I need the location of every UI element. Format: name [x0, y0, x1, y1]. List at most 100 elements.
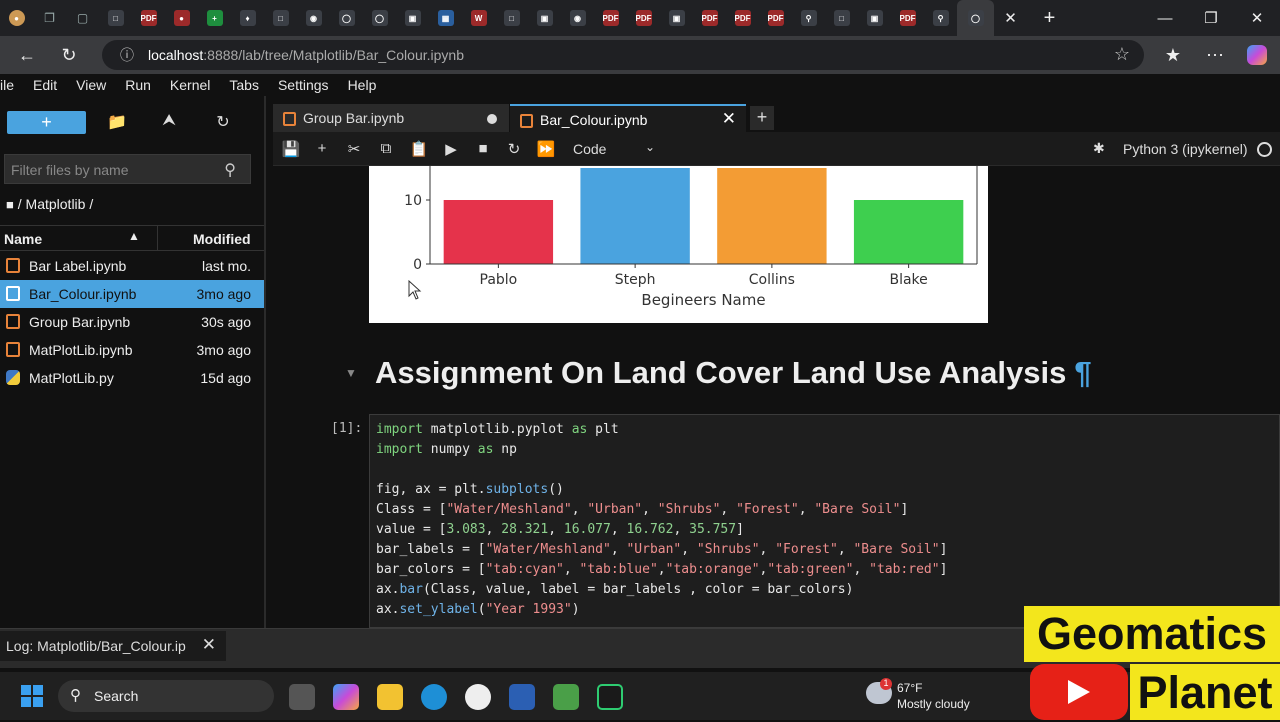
close-icon[interactable]: ✕: [202, 635, 216, 655]
word-icon[interactable]: [509, 684, 535, 710]
menu-view[interactable]: View: [76, 77, 106, 93]
stop-icon[interactable]: ■: [472, 140, 494, 157]
browser-tab-active[interactable]: ◯: [957, 0, 994, 36]
copy-icon[interactable]: ⧉: [375, 140, 397, 157]
tab-group-bar[interactable]: Group Bar.ipynb: [273, 104, 509, 132]
menu-file[interactable]: ile: [0, 77, 14, 93]
new-launcher-button[interactable]: +: [7, 111, 86, 134]
browser-tab[interactable]: □: [825, 0, 858, 36]
tab-bar-colour[interactable]: Bar_Colour.ipynb ✕: [510, 104, 746, 132]
browser-tab[interactable]: ▦: [429, 0, 462, 36]
copilot-icon[interactable]: [1236, 36, 1278, 74]
browser-tab-sheets[interactable]: +: [198, 0, 231, 36]
browser-tab[interactable]: ⚲: [924, 0, 957, 36]
browser-tab-pdf[interactable]: PDF: [891, 0, 924, 36]
file-row[interactable]: Bar Label.ipynb last mo.: [0, 252, 264, 280]
file-row[interactable]: Group Bar.ipynb 30s ago: [0, 308, 264, 336]
sort-asc-icon[interactable]: ▲: [128, 229, 140, 243]
url-field[interactable]: ⓘ localhost:8888/lab/tree/Matplotlib/Bar…: [102, 40, 1144, 70]
new-folder-icon[interactable]: 📁: [106, 112, 128, 134]
code-cell[interactable]: import matplotlib.pyplot as plt import n…: [369, 414, 1280, 628]
browser-tab[interactable]: ▣: [528, 0, 561, 36]
browser-tab-pdf[interactable]: PDF: [693, 0, 726, 36]
browser-tab[interactable]: ●: [165, 0, 198, 36]
breadcrumb[interactable]: ■ / Matplotlib /: [6, 196, 93, 212]
log-tab[interactable]: Log: Matplotlib/Bar_Colour.ip ✕: [0, 631, 226, 661]
browser-tab[interactable]: ▣: [858, 0, 891, 36]
file-row[interactable]: MatPlotLib.ipynb 3mo ago: [0, 336, 264, 364]
breadcrumb-path[interactable]: / Matplotlib /: [18, 196, 93, 212]
new-tab-button[interactable]: +: [750, 106, 774, 130]
filter-files-input[interactable]: Filter files by name ⚲: [4, 154, 251, 184]
menu-kernel[interactable]: Kernel: [170, 77, 210, 93]
copilot-icon[interactable]: [333, 684, 359, 710]
task-view-icon[interactable]: [289, 684, 315, 710]
favorites-icon[interactable]: ★: [1152, 36, 1194, 74]
unsaved-dot-icon[interactable]: [487, 114, 497, 124]
new-tab-icon[interactable]: +: [1033, 0, 1066, 36]
column-name[interactable]: Name: [4, 231, 42, 247]
taskbar-search[interactable]: ⚲ Search: [58, 680, 274, 712]
pycharm-icon[interactable]: [597, 684, 623, 710]
reload-icon[interactable]: ↻: [48, 36, 90, 74]
file-row[interactable]: MatPlotLib.py 15d ago: [0, 364, 264, 392]
edge-icon[interactable]: [421, 684, 447, 710]
menu-tabs[interactable]: Tabs: [229, 77, 259, 93]
browser-tab-pdf[interactable]: PDF: [594, 0, 627, 36]
browser-tab[interactable]: ♦: [231, 0, 264, 36]
column-modified[interactable]: Modified: [193, 231, 251, 247]
browser-tab[interactable]: ⚲: [792, 0, 825, 36]
file-explorer-icon[interactable]: [377, 684, 403, 710]
menu-settings[interactable]: Settings: [278, 77, 329, 93]
save-icon[interactable]: 💾: [280, 140, 302, 158]
close-icon[interactable]: ✕: [722, 109, 736, 129]
back-icon[interactable]: ←: [6, 36, 48, 74]
site-info-icon[interactable]: ⓘ: [112, 45, 142, 65]
yandex-icon[interactable]: [465, 684, 491, 710]
browser-tab[interactable]: □: [264, 0, 297, 36]
start-icon[interactable]: [21, 685, 43, 707]
anchor-link[interactable]: ¶: [1074, 355, 1091, 390]
browser-tab-pdf[interactable]: PDF: [759, 0, 792, 36]
restore-icon[interactable]: ❐: [1188, 0, 1234, 36]
browser-tab-pdf[interactable]: PDF: [132, 0, 165, 36]
insert-cell-icon[interactable]: +: [311, 140, 333, 157]
menu-help[interactable]: Help: [348, 77, 377, 93]
browser-tab-github[interactable]: ◯: [363, 0, 396, 36]
close-tab-icon[interactable]: ✕: [994, 0, 1027, 36]
kernel-name[interactable]: Python 3 (ipykernel): [1123, 141, 1248, 157]
tab-actions-icon[interactable]: ▢: [66, 0, 99, 36]
browser-tab[interactable]: W: [462, 0, 495, 36]
debugger-icon[interactable]: ✱: [1093, 140, 1105, 157]
browser-tab[interactable]: □: [495, 0, 528, 36]
menu-run[interactable]: Run: [125, 77, 151, 93]
upload-icon[interactable]: ⮝: [158, 112, 180, 134]
run-all-icon[interactable]: ⏩: [535, 140, 557, 158]
camtasia-icon[interactable]: [553, 684, 579, 710]
profile-avatar[interactable]: ●: [0, 0, 33, 36]
chevron-down-icon[interactable]: ⌄: [645, 140, 655, 154]
browser-tab[interactable]: ◉: [297, 0, 330, 36]
browser-tab[interactable]: ▣: [660, 0, 693, 36]
browser-tab[interactable]: □: [99, 0, 132, 36]
paste-icon[interactable]: 📋: [408, 140, 430, 158]
more-options-icon[interactable]: ⋯: [1194, 36, 1236, 74]
file-row-selected[interactable]: Bar_Colour.ipynb 3mo ago: [0, 280, 264, 308]
favorite-star-icon[interactable]: ☆: [1114, 44, 1130, 65]
browser-tab[interactable]: ▣: [396, 0, 429, 36]
panel-splitter[interactable]: [264, 96, 266, 628]
cut-icon[interactable]: ✂: [343, 140, 365, 158]
browser-tab-pdf[interactable]: PDF: [627, 0, 660, 36]
collapse-icon[interactable]: ▼: [345, 366, 357, 380]
workspaces-icon[interactable]: ❐: [33, 0, 66, 36]
browser-tab-github[interactable]: ◯: [330, 0, 363, 36]
cell-type-select[interactable]: Code: [573, 141, 606, 157]
run-icon[interactable]: ▶: [440, 140, 462, 158]
browser-tab-pdf[interactable]: PDF: [726, 0, 759, 36]
browser-tab[interactable]: ◉: [561, 0, 594, 36]
restart-icon[interactable]: ↻: [503, 140, 525, 158]
minimize-icon[interactable]: —: [1142, 0, 1188, 36]
menu-edit[interactable]: Edit: [33, 77, 57, 93]
window-close-icon[interactable]: ✕: [1234, 0, 1280, 36]
refresh-icon[interactable]: ↻: [212, 112, 234, 134]
